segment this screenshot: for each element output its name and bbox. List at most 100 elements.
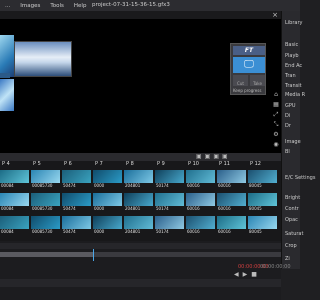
playlist-header[interactable]: P 9 [157,161,165,168]
playlist-header[interactable]: P 11 [219,161,230,168]
panel-opacity: Opac [285,217,298,223]
panel-gpu: GPU [285,103,296,109]
thumbnail-label: 204801 [125,229,141,234]
expand-icon[interactable]: ⤢ [271,111,281,121]
thumbnail[interactable] [248,193,277,206]
thumbnail[interactable] [155,216,184,229]
thumbnail[interactable] [62,216,91,229]
keep-progress-checkbox[interactable]: Keep progress [233,88,261,93]
thumbnail-label: 00085730 [32,183,53,188]
playlist-grid[interactable]: P 4 00084 00084 00084 P 5 00085730 00085730 000… [0,161,281,241]
thumbnail-label: 60016 [187,206,200,211]
timecode-total: 00:00:00:00 [260,264,291,270]
thumbnail[interactable] [248,216,277,229]
timeline-ruler [0,243,281,249]
thumbnail-label: 60016 [218,229,231,234]
thumbnail[interactable] [155,193,184,206]
playhead[interactable] [92,249,94,261]
thumbnail[interactable] [217,170,246,183]
menu-images[interactable]: Images [15,3,45,9]
thumbnail-label: 50474 [63,183,76,188]
thumbnail[interactable] [186,193,215,206]
settings-icon[interactable]: ⚙ [271,131,281,141]
thumbnail-label: 80045 [249,229,262,234]
panel-brightness: Bright [285,195,301,201]
thumbnail-label: 60016 [187,229,200,234]
thumbnail[interactable] [186,216,215,229]
thumbnail[interactable] [62,193,91,206]
playlist-header[interactable]: P 7 [95,161,103,168]
panel-image[interactable]: Image [285,139,301,145]
menu-more[interactable]: ... [0,3,15,9]
thumbnail[interactable] [31,170,60,183]
eye-icon[interactable]: ◉ [271,141,281,151]
monitor-icon: 🖵 [233,57,265,73]
panel-tran: Tran [285,73,296,79]
panel-bl: Bl [285,149,290,155]
panel-end-action: End Ac [285,63,303,69]
playlist-tool-icons[interactable]: ▣▣▣▣ [196,153,231,160]
thumbnail-label: 0000 [94,183,105,188]
menu-help[interactable]: Help [69,3,92,9]
playlist-header[interactable]: P 10 [188,161,199,168]
contract-icon[interactable]: ⤡ [271,121,281,131]
thumbnail-label: 50174 [156,206,169,211]
preview-tool-icons: ⌂ ▦ ⤢ ⤡ ⚙ ◉ [271,91,281,151]
thumbnail[interactable] [186,170,215,183]
playlist-header[interactable]: P 12 [250,161,261,168]
thumbnail-label: 50174 [156,229,169,234]
thumbnail[interactable] [124,193,153,206]
thumbnail-label: 00085730 [32,229,53,234]
thumbnail[interactable] [93,216,122,229]
thumbnail[interactable] [248,170,277,183]
thumbnail-label: 50474 [63,229,76,234]
timeline[interactable]: 00:00:00:00 00:00:00:00 ◀▶■ [0,241,291,300]
preview-image-left[interactable] [0,35,14,77]
panel-playback[interactable]: Playb [285,53,299,59]
panel-ec-settings[interactable]: E/C Settings [285,175,315,181]
close-icon[interactable]: × [272,11,278,19]
thumbnail[interactable] [124,170,153,183]
preview-image-bottom[interactable] [0,79,14,111]
thumbnail[interactable] [62,170,91,183]
thumbnail-label: 60016 [187,183,200,188]
thumbnail-label: 204801 [125,206,141,211]
thumbnail[interactable] [155,170,184,183]
output-window[interactable]: FT 🖵 Cut Take Keep progress [230,43,266,95]
playlist-header[interactable]: P 6 [64,161,72,168]
panel-zoom: Zi [285,256,290,262]
playlist-header[interactable]: P 8 [126,161,134,168]
thumbnail[interactable] [217,216,246,229]
thumbnail[interactable] [31,216,60,229]
thumbnail[interactable] [124,216,153,229]
menu-tools[interactable]: Tools [45,3,69,9]
thumbnail-label: 80045 [249,183,262,188]
thumbnail[interactable] [93,193,122,206]
panel-basic[interactable]: Basic [285,42,298,48]
menu-bar: ... Images Tools Help project-07-31-15-3… [0,0,300,11]
thumbnail[interactable] [0,216,29,229]
panel-crop[interactable]: Crop [285,243,297,249]
thumbnail-label: 80045 [249,206,262,211]
tab-take[interactable]: Take [250,75,265,86]
thumbnail[interactable] [0,193,29,206]
logo: FT [233,46,265,55]
lock-icon[interactable]: ⌂ [271,91,281,101]
thumbnail[interactable] [31,193,60,206]
thumbnail-label: 00084 [1,229,14,234]
preview-image-mountains[interactable] [14,41,72,77]
playlist-header[interactable]: P 5 [33,161,41,168]
thumbnail[interactable] [217,193,246,206]
thumbnail[interactable] [93,170,122,183]
tab-cut[interactable]: Cut [233,75,248,86]
timeline-tool-icons[interactable]: ◀▶■ [234,271,261,278]
timeline-progress [0,252,93,257]
thumbnail-label: 00085730 [32,206,53,211]
panel-saturation: Saturat [285,231,304,237]
preview-area[interactable]: × FT 🖵 Cut Take Keep progress ⌂ ▦ ⤢ ⤡ ⚙ … [0,11,281,153]
grid-icon[interactable]: ▦ [271,101,281,111]
thumbnail[interactable] [0,170,29,183]
panel-media: Media R [285,92,306,98]
playlist-header[interactable]: P 4 [2,161,10,168]
timeline-track[interactable] [0,252,281,257]
